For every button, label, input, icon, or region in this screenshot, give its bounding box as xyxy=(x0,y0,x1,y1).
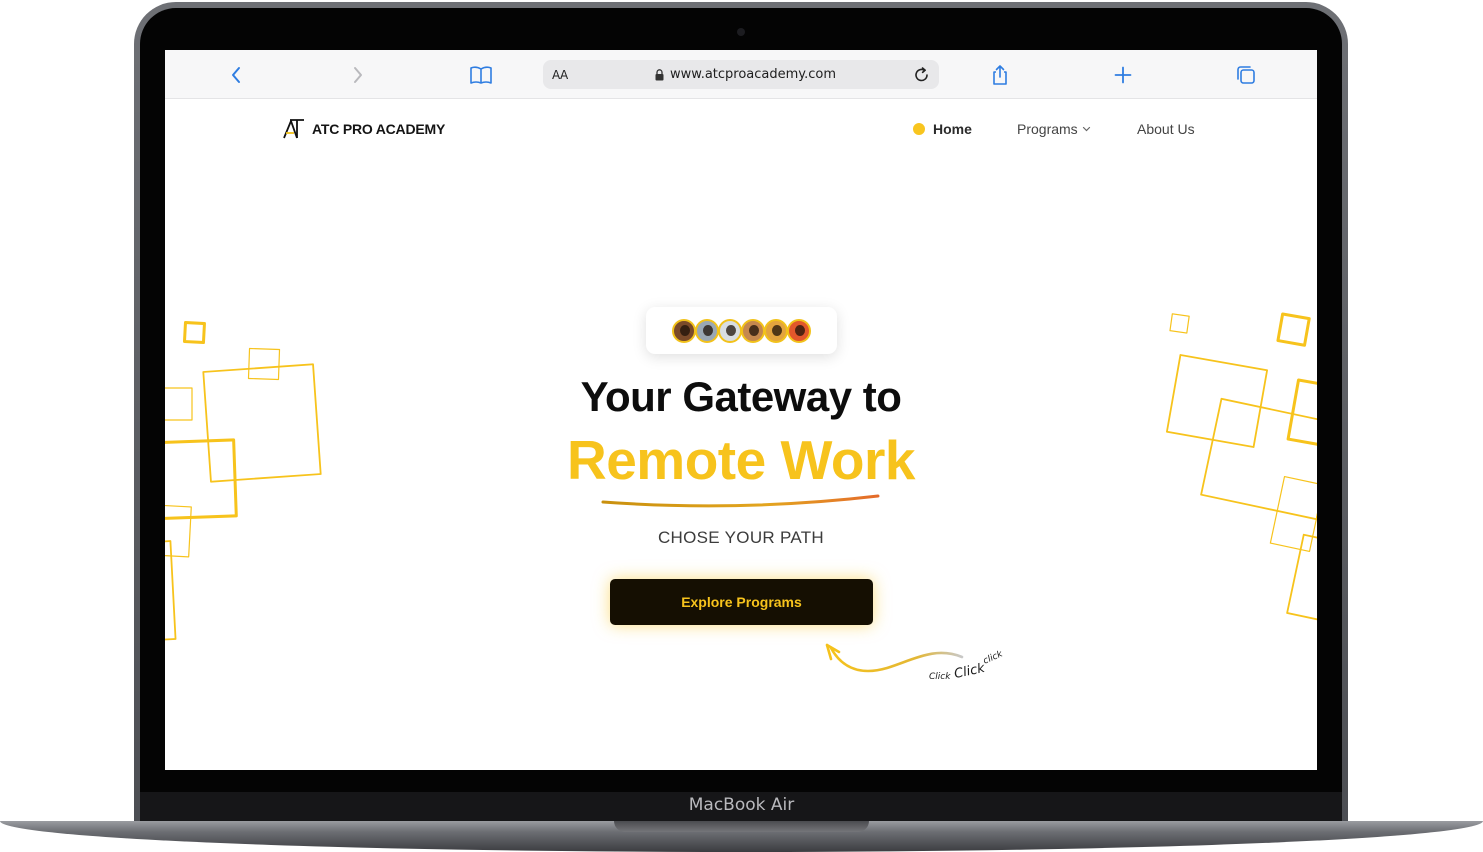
webcam xyxy=(737,28,745,36)
browser-screen: AA www.atcproacademy.com ATC PRO ACADEMY… xyxy=(165,50,1317,770)
device-label: MacBook Air xyxy=(688,795,795,815)
lid-notch xyxy=(614,821,869,832)
highlight-underline xyxy=(601,494,964,673)
hero-tagline: CHOSE YOUR PATH xyxy=(657,528,825,547)
click-annotation-small: Click xyxy=(929,672,951,682)
explore-programs-button[interactable]: Explore Programs xyxy=(610,579,873,625)
